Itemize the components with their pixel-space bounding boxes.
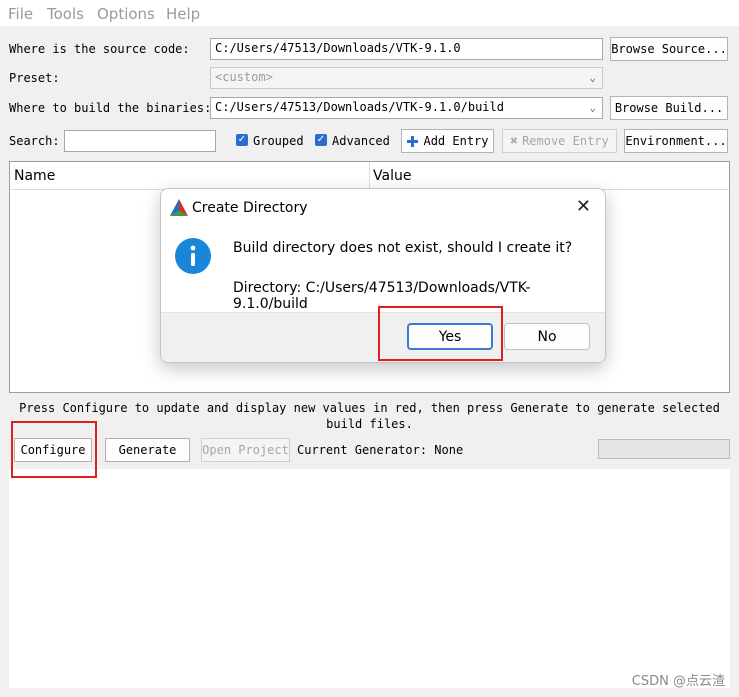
preset-value: <custom> <box>215 70 273 84</box>
column-header-value[interactable]: Value <box>373 168 411 184</box>
dialog-message: Build directory does not exist, should I… <box>233 240 573 256</box>
close-icon[interactable]: ✕ <box>576 196 591 217</box>
grouped-label[interactable]: Grouped <box>253 134 304 148</box>
remove-entry-button: ✖ Remove Entry <box>502 129 617 153</box>
menu-bar: File Tools Options Help <box>0 0 739 26</box>
menu-help[interactable]: Help <box>166 5 200 23</box>
configure-hint-text: Press Configure to update and display ne… <box>19 401 720 431</box>
column-header-name[interactable]: Name <box>14 168 55 184</box>
column-divider[interactable] <box>369 162 370 189</box>
browse-build-button[interactable]: Browse Build... <box>610 96 728 120</box>
preset-label: Preset: <box>9 71 60 85</box>
search-label: Search: <box>9 134 60 148</box>
open-project-button: Open Project <box>201 438 290 462</box>
chevron-down-icon: ⌄ <box>589 71 596 84</box>
build-label: Where to build the binaries: <box>9 101 212 115</box>
environment-button[interactable]: Environment... <box>624 129 728 153</box>
advanced-checkbox[interactable]: ✓ <box>315 134 327 146</box>
chevron-down-icon[interactable]: ⌄ <box>589 101 596 114</box>
generate-button[interactable]: Generate <box>105 438 190 462</box>
build-path-value: C:/Users/47513/Downloads/VTK-9.1.0/build <box>215 100 504 114</box>
advanced-label[interactable]: Advanced <box>332 134 390 148</box>
configure-highlight-box <box>11 421 97 478</box>
grouped-checkbox[interactable]: ✓ <box>236 134 248 146</box>
add-entry-label: Add Entry <box>423 134 489 148</box>
info-icon <box>175 238 211 274</box>
watermark-text: CSDN @点云渣 <box>631 674 725 689</box>
search-input[interactable] <box>64 130 216 152</box>
source-path-field[interactable]: C:/Users/47513/Downloads/VTK-9.1.0 <box>210 38 603 60</box>
menu-tools[interactable]: Tools <box>47 5 84 23</box>
browse-source-button[interactable]: Browse Source... <box>610 37 728 61</box>
no-button[interactable]: No <box>504 323 590 350</box>
build-path-select[interactable]: C:/Users/47513/Downloads/VTK-9.1.0/build… <box>210 97 603 119</box>
current-generator-text: Current Generator: None <box>297 443 464 457</box>
source-label: Where is the source code: <box>9 42 190 56</box>
dialog-title: Create Directory <box>192 200 308 216</box>
menu-file[interactable]: File <box>8 5 33 23</box>
remove-entry-label: Remove Entry <box>522 134 609 148</box>
add-entry-button[interactable]: Add Entry <box>401 129 494 153</box>
cmake-logo-icon <box>170 199 188 216</box>
menu-options[interactable]: Options <box>97 5 155 23</box>
preset-select: <custom> ⌄ <box>210 67 603 89</box>
plus-icon <box>407 135 419 147</box>
output-log[interactable] <box>9 469 730 688</box>
progress-bar <box>598 439 730 459</box>
remove-x-icon: ✖ <box>510 133 519 149</box>
table-header: Name Value <box>10 162 729 190</box>
yes-highlight-box <box>378 306 503 361</box>
